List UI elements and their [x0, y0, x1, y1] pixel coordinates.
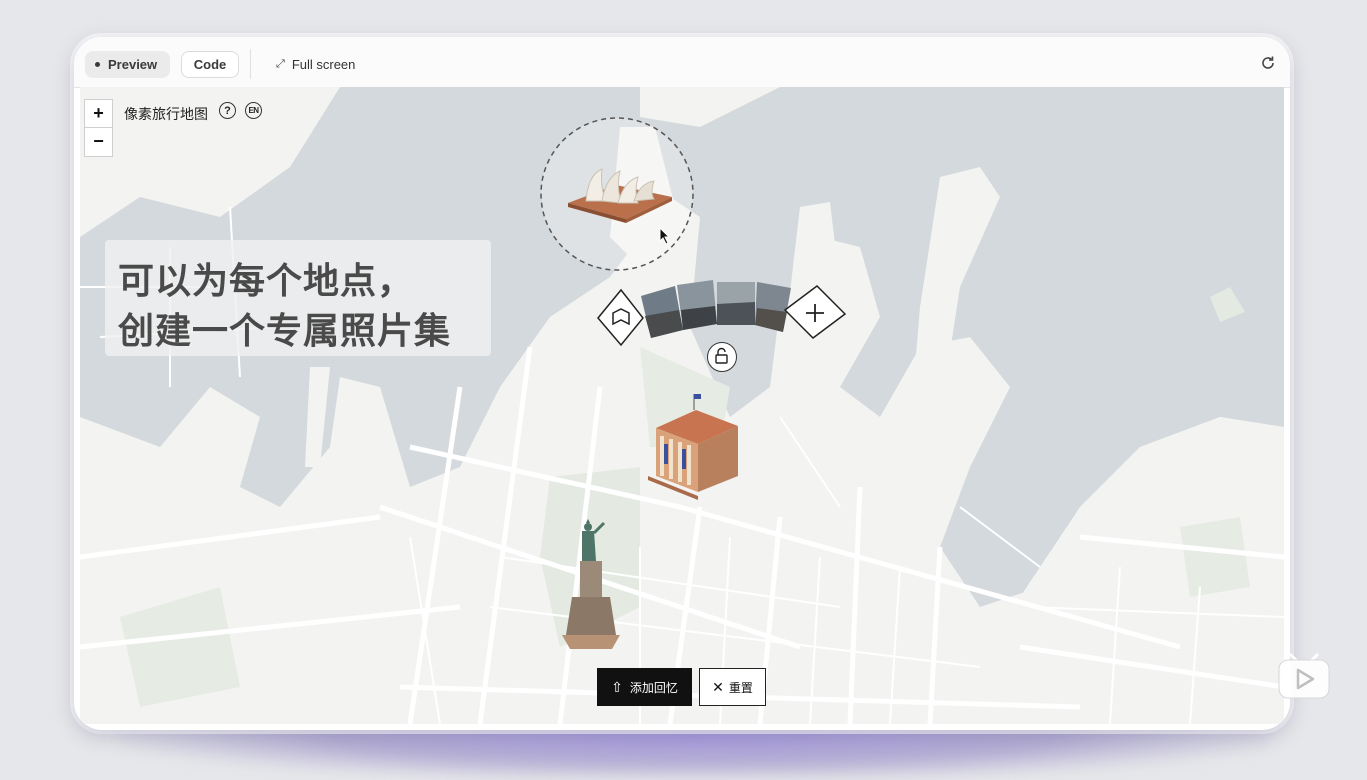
book-icon[interactable]	[597, 288, 644, 347]
caption-overlay: 可以为每个地点， 创建一个专属照片集	[105, 240, 491, 356]
caption-line-1: 可以为每个地点，	[118, 260, 415, 301]
active-dot-icon	[95, 62, 100, 67]
fullscreen-button[interactable]: ⤢ Full screen	[270, 51, 380, 78]
photo-thumbnail[interactable]	[717, 282, 755, 325]
lock-icon	[715, 347, 728, 364]
photo-thumbnail[interactable]	[641, 286, 683, 338]
park-area-3	[120, 587, 240, 707]
code-tab-label: Code	[193, 57, 227, 72]
caption-line-2: 创建一个专属照片集	[118, 310, 452, 351]
expand-icon: ⤢	[276, 58, 285, 70]
preview-window: Preview Code ⤢ Full screen + − 像素旅行地图 ? …	[74, 37, 1290, 730]
mouse-cursor-icon	[659, 227, 671, 245]
reset-label: 重置	[728, 680, 753, 695]
upload-icon: ⇧	[611, 678, 623, 695]
zoom-control: + −	[84, 99, 113, 157]
language-toggle-icon[interactable]: EN	[245, 102, 262, 119]
lock-button[interactable]	[707, 342, 737, 372]
toolbar-divider	[250, 49, 251, 79]
fullscreen-label: Full screen	[291, 57, 356, 72]
map-title: 像素旅行地图	[124, 106, 208, 122]
close-icon: ✕	[712, 678, 724, 695]
code-tab[interactable]: Code	[181, 51, 239, 78]
park-area-4	[1180, 517, 1250, 597]
video-player-icon[interactable]	[1277, 651, 1331, 701]
add-memory-button[interactable]: ⇧ 添加回忆	[597, 668, 692, 706]
preview-tab[interactable]: Preview	[85, 51, 170, 78]
zoom-out-button[interactable]: −	[85, 128, 112, 155]
preview-tab-label: Preview	[108, 57, 158, 72]
photo-thumbnail[interactable]	[755, 282, 791, 332]
reload-icon[interactable]	[1260, 55, 1276, 71]
map-canvas[interactable]: + − 像素旅行地图 ? EN 可以为每个地点， 创建一个专属照片集 ⇧ 添加回…	[80, 87, 1284, 724]
zoom-in-button[interactable]: +	[85, 100, 112, 128]
add-memory-label: 添加回忆	[629, 680, 678, 695]
toolbar: Preview Code ⤢ Full screen	[74, 37, 1290, 88]
reset-button[interactable]: ✕ 重置	[699, 668, 766, 706]
plus-icon[interactable]	[783, 285, 847, 339]
museum-icon[interactable]	[638, 392, 746, 502]
opera-house-icon[interactable]	[566, 163, 676, 223]
help-icon[interactable]: ?	[219, 102, 236, 119]
statue-icon[interactable]	[558, 517, 626, 657]
photo-thumbnail[interactable]	[677, 280, 717, 330]
